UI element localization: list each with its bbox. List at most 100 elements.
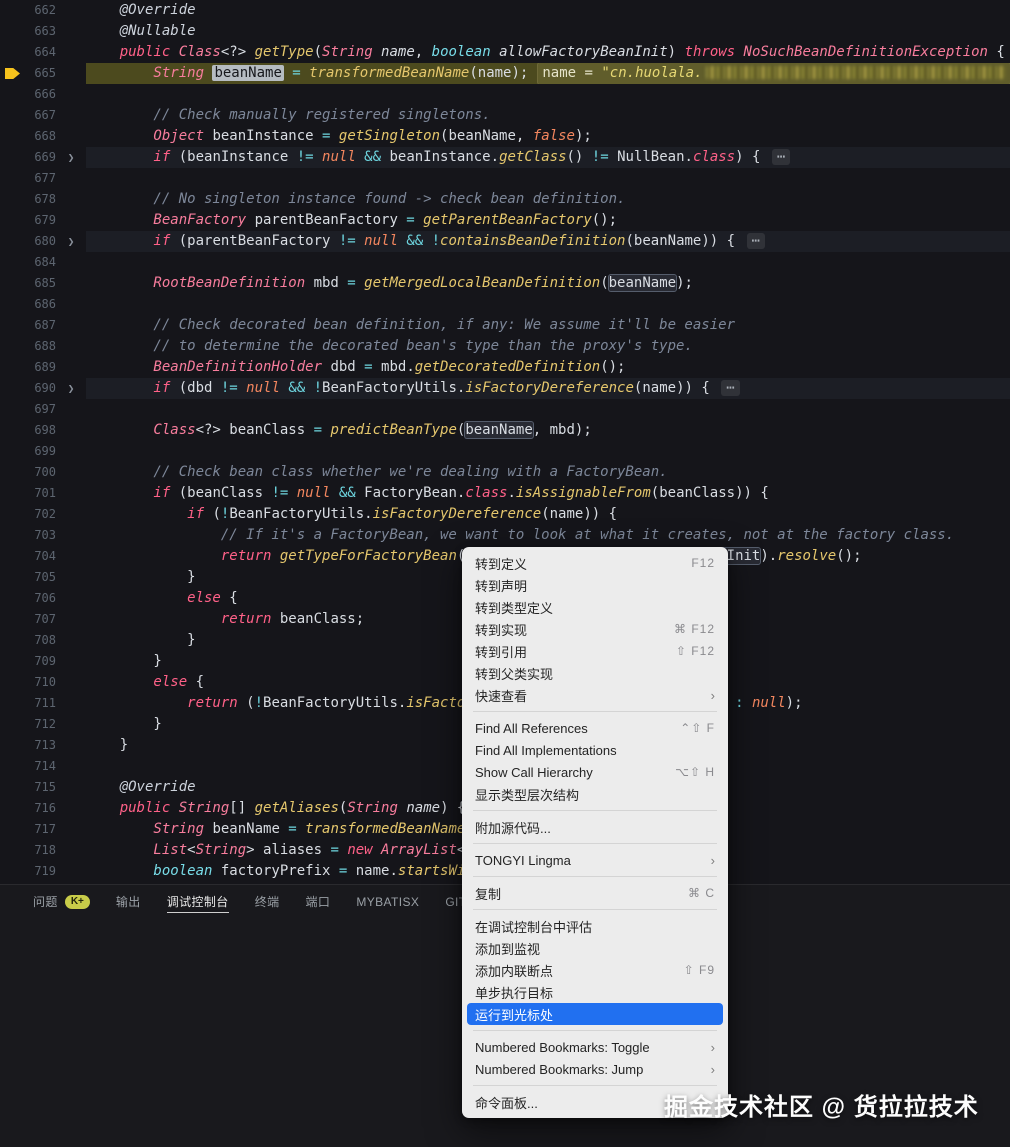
menu-item[interactable]: 单步执行目标 [467, 981, 723, 1003]
code-line[interactable]: 666 [0, 84, 1010, 105]
line-number[interactable]: 701 [0, 483, 56, 504]
menu-item[interactable]: 转到实现 ⌘ F12 [467, 618, 723, 640]
menu-item[interactable]: 添加内联断点 ⇧ F9 [467, 959, 723, 981]
line-number[interactable]: 699 [0, 441, 56, 462]
line-number[interactable]: 686 [0, 294, 56, 315]
fold-chevron-icon[interactable]: ❯ [56, 378, 86, 399]
menu-item[interactable]: Find All Implementations [467, 739, 723, 761]
menu-item[interactable]: 添加到监视 [467, 937, 723, 959]
code-line[interactable]: 663 @Nullable [0, 21, 1010, 42]
menu-item[interactable]: 快速查看 › [467, 684, 723, 706]
line-number[interactable]: 714 [0, 756, 56, 777]
line-number[interactable]: 687 [0, 315, 56, 336]
panel-tab-0[interactable]: 问题 K+ [33, 885, 90, 919]
menu-item[interactable]: Show Call Hierarchy ⌥⇧ H [467, 761, 723, 783]
line-number[interactable]: 700 [0, 462, 56, 483]
line-number[interactable]: 685 [0, 273, 56, 294]
line-number[interactable]: 710 [0, 672, 56, 693]
line-number[interactable]: 677 [0, 168, 56, 189]
code-line[interactable]: 679 BeanFactory parentBeanFactory = getPa… [0, 210, 1010, 231]
line-number[interactable]: 667 [0, 105, 56, 126]
line-number[interactable]: 698 [0, 420, 56, 441]
menu-item[interactable]: 显示类型层次结构 [467, 783, 723, 805]
menu-item[interactable]: 转到引用 ⇧ F12 [467, 640, 723, 662]
code-line[interactable]: 684 [0, 252, 1010, 273]
line-number[interactable]: 688 [0, 336, 56, 357]
line-number[interactable]: 680 [0, 231, 56, 252]
line-number[interactable]: 705 [0, 567, 56, 588]
menu-item[interactable]: 转到声明 [467, 574, 723, 596]
line-number[interactable]: 704 [0, 546, 56, 567]
code-line[interactable]: 690 ❯ if (dbd != null && !BeanFactoryUtils… [0, 378, 1010, 399]
menu-item[interactable]: Find All References ⌃⇧ F [467, 717, 723, 739]
code-line[interactable]: 703 // If it's a FactoryBean, we want to … [0, 525, 1010, 546]
menu-item[interactable]: Numbered Bookmarks: Toggle › [467, 1036, 723, 1058]
panel-tab-1[interactable]: 输出 [116, 885, 141, 919]
line-number[interactable]: 707 [0, 609, 56, 630]
line-number[interactable]: 712 [0, 714, 56, 735]
gutter-spacer [56, 441, 86, 462]
fold-chevron-icon[interactable]: ❯ [56, 147, 86, 168]
line-number[interactable]: 666 [0, 84, 56, 105]
line-number[interactable]: 684 [0, 252, 56, 273]
line-number[interactable]: 717 [0, 819, 56, 840]
code-line[interactable]: 701 if (beanClass != null && FactoryBean.… [0, 483, 1010, 504]
line-number[interactable]: 702 [0, 504, 56, 525]
line-number[interactable]: 718 [0, 840, 56, 861]
code-line[interactable]: 677 [0, 168, 1010, 189]
code-token: ⋯ [721, 380, 740, 396]
code-line[interactable]: 662 @Override [0, 0, 1010, 21]
menu-item[interactable]: 转到定义 F12 [467, 552, 723, 574]
panel-tab-4[interactable]: 端口 [306, 885, 331, 919]
panel-tab-2[interactable]: 调试控制台 [166, 885, 229, 919]
line-number[interactable]: 709 [0, 651, 56, 672]
line-number[interactable]: 703 [0, 525, 56, 546]
code-line[interactable]: 665 String beanName = transformedBeanName… [0, 63, 1010, 84]
code-line[interactable]: 687 // Check decorated bean definition, i… [0, 315, 1010, 336]
panel-tab-3[interactable]: 终端 [255, 885, 280, 919]
code-line[interactable]: 698 Class<?> beanClass = predictBeanType(… [0, 420, 1010, 441]
line-number[interactable]: 713 [0, 735, 56, 756]
panel-tab-5[interactable]: MYBATISX [356, 885, 419, 919]
line-number[interactable]: 716 [0, 798, 56, 819]
code-line[interactable]: 689 BeanDefinitionHolder dbd = mbd.getDec… [0, 357, 1010, 378]
line-number[interactable]: 711 [0, 693, 56, 714]
line-number[interactable]: 663 [0, 21, 56, 42]
code-token: ( [246, 695, 255, 711]
code-line[interactable]: 685 RootBeanDefinition mbd = getMergedLoc… [0, 273, 1010, 294]
menu-item[interactable]: 在调试控制台中评估 [467, 915, 723, 937]
line-number[interactable]: 679 [0, 210, 56, 231]
menu-item[interactable]: 复制 ⌘ C [467, 882, 723, 904]
line-number[interactable]: 690 [0, 378, 56, 399]
menu-item[interactable]: TONGYI Lingma › [467, 849, 723, 871]
fold-chevron-icon[interactable]: ❯ [56, 231, 86, 252]
line-number[interactable]: 678 [0, 189, 56, 210]
line-number[interactable]: 715 [0, 777, 56, 798]
code-line[interactable]: 686 [0, 294, 1010, 315]
code-line[interactable]: 688 // to determine the decorated bean's … [0, 336, 1010, 357]
menu-item[interactable]: Numbered Bookmarks: Jump › [467, 1058, 723, 1080]
line-number[interactable]: 697 [0, 399, 56, 420]
line-number[interactable]: 689 [0, 357, 56, 378]
code-line[interactable]: 680 ❯ if (parentBeanFactory != null && !co… [0, 231, 1010, 252]
menu-item[interactable]: 转到父类实现 [467, 662, 723, 684]
code-line[interactable]: 699 [0, 441, 1010, 462]
line-number[interactable]: 662 [0, 0, 56, 21]
code-line[interactable]: 667 // Check manually registered singleto… [0, 105, 1010, 126]
menu-item[interactable]: 运行到光标处 [467, 1003, 723, 1025]
line-number[interactable]: 664 [0, 42, 56, 63]
line-number[interactable]: 708 [0, 630, 56, 651]
line-number[interactable]: 669 [0, 147, 56, 168]
line-number[interactable]: 668 [0, 126, 56, 147]
code-line[interactable]: 700 // Check bean class whether we're dea… [0, 462, 1010, 483]
code-line[interactable]: 697 [0, 399, 1010, 420]
code-line[interactable]: 669 ❯ if (beanInstance != null && beanInst… [0, 147, 1010, 168]
code-line[interactable]: 678 // No singleton instance found -> che… [0, 189, 1010, 210]
menu-item[interactable]: 附加源代码... [467, 816, 723, 838]
code-line[interactable]: 668 Object beanInstance = getSingleton(be… [0, 126, 1010, 147]
code-line[interactable]: 702 if (!BeanFactoryUtils.isFactoryDerefe… [0, 504, 1010, 525]
line-number[interactable]: 719 [0, 861, 56, 882]
code-line[interactable]: 664 public Class<?> getType(String name, … [0, 42, 1010, 63]
line-number[interactable]: 706 [0, 588, 56, 609]
menu-item[interactable]: 转到类型定义 [467, 596, 723, 618]
